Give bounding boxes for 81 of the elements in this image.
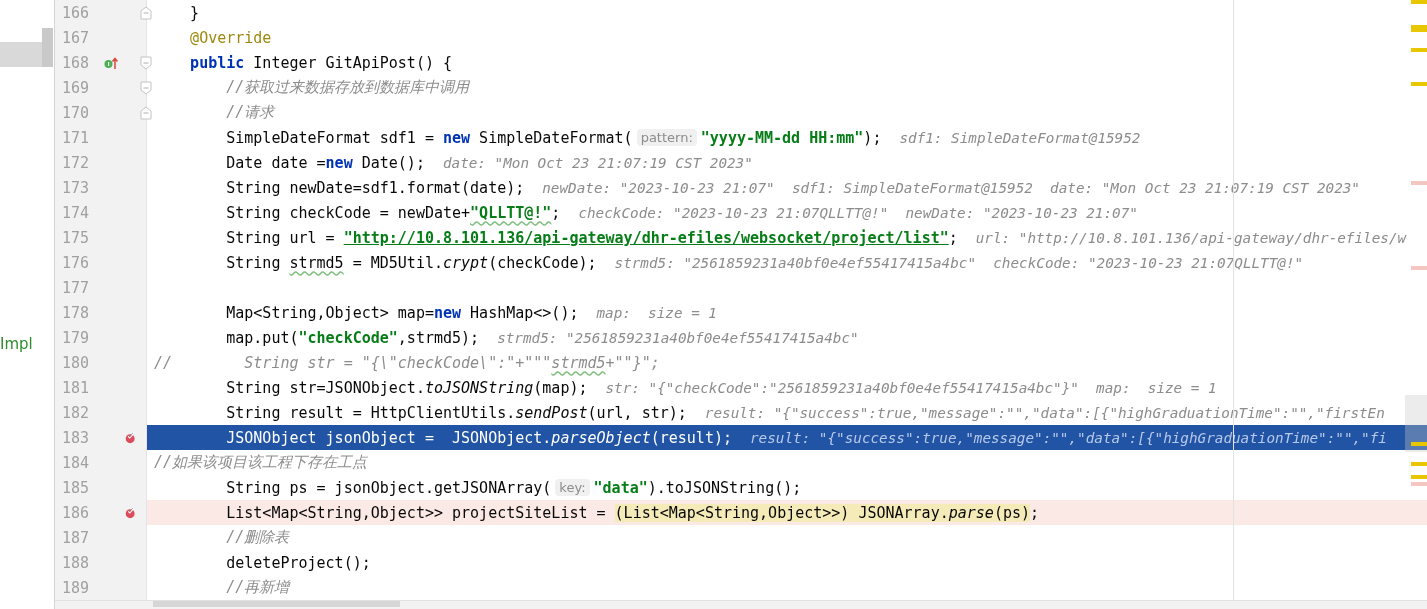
parameter-hint: key: — [555, 479, 590, 496]
code-text: //再新增 — [225, 578, 290, 597]
debug-value: str: "{"checkCode":"2561859231a40bf0e4ef55417415a4bc"}" map: size = 1 — [605, 379, 1217, 396]
line-number: 175 — [61, 228, 91, 247]
line-number: 167 — [61, 28, 91, 47]
line-number: 187 — [61, 528, 91, 547]
fold-icon[interactable] — [140, 5, 152, 20]
line-number: 180 — [61, 353, 91, 372]
scrollbar-thumb[interactable] — [153, 601, 400, 607]
code-text: String checkCode = newDate+"QLLTT@!"; — [225, 203, 561, 222]
line-number: 189 — [61, 578, 91, 597]
line-number: 186 — [61, 503, 91, 522]
scrollbar-thumb[interactable] — [1405, 395, 1427, 452]
debug-value: sdf1: SimpleDateFormat@15952 — [899, 129, 1141, 146]
code-text: String url = "http://10.8.101.136/api-gateway/dhr-efiles/websocket/project/list"; — [225, 228, 958, 247]
debug-value: checkCode: "2023-10-23 21:07QLLTT@!" newDate: "2023-10-23 21:07" — [578, 204, 1138, 221]
error-stripe-mark[interactable] — [1411, 0, 1427, 4]
fold-icon[interactable] — [140, 55, 152, 70]
code-text: @Override — [189, 28, 272, 47]
fold-icon[interactable] — [140, 80, 152, 95]
fold-icon[interactable] — [140, 105, 152, 120]
code-text: String strmd5 = MD5Util.crypt(checkCode); — [225, 253, 597, 272]
error-stripe-mark[interactable] — [1411, 482, 1427, 486]
code-text: String result = HttpClientUtils.sendPost(url, str); — [225, 403, 687, 422]
code-text: map.put("checkCode",strmd5); — [225, 328, 480, 347]
code-text: JSONObject jsonObject = JSONObject.parseObject(result); — [225, 428, 732, 447]
selection-highlight — [0, 42, 42, 67]
code-text: String ps = jsonObject.getJSONArray( — [225, 478, 552, 497]
circle-arrow-icon[interactable] — [104, 55, 118, 70]
error-stripe-mark[interactable] — [1411, 181, 1427, 185]
code-text: String str=JSONObject.toJSONString(map); — [225, 378, 588, 397]
error-stripe-mark[interactable] — [1411, 48, 1427, 52]
code-text: //如果该项目该工程下存在工点 — [154, 453, 368, 472]
code-text: } — [189, 3, 200, 22]
code-text: deleteProject(); — [225, 553, 371, 572]
line-number: 172 — [61, 153, 91, 172]
line-number: 169 — [61, 78, 91, 97]
code-text: Date date =new Date(); — [225, 153, 425, 172]
line-number: 185 — [61, 478, 91, 497]
line-number: 166 — [61, 3, 91, 22]
line-number: 183 — [61, 428, 91, 447]
line-number: 181 — [61, 378, 91, 397]
error-stripe-mark[interactable] — [1411, 462, 1427, 466]
line-number: 170 — [61, 103, 91, 122]
class-label: Impl — [0, 335, 34, 353]
line-number: 177 — [61, 278, 91, 297]
debug-value: map: size = 1 — [596, 304, 717, 321]
debug-value: date: "Mon Oct 23 21:07:19 CST 2023" — [442, 154, 753, 171]
line-number: 173 — [61, 178, 91, 197]
error-stripe-mark[interactable] — [1411, 82, 1427, 86]
line-number: 179 — [61, 328, 91, 347]
line-number: 182 — [61, 403, 91, 422]
code-text: //获取过来数据存放到数据库中调用 — [225, 78, 470, 97]
line-number: 176 — [61, 253, 91, 272]
line-number: 178 — [61, 303, 91, 322]
code-text: SimpleDateFormat sdf1 = new SimpleDateFormat( — [225, 128, 633, 147]
code-text: // String str = "{\"checkCode\":"+"""strmd5+""}"; — [154, 353, 660, 372]
debug-value: url: "http://10.8.101.136/api-gateway/dhr-efiles/w — [975, 229, 1407, 246]
error-stripe-mark[interactable] — [1411, 28, 1427, 32]
line-number: 184 — [61, 453, 91, 472]
error-stripe-mark[interactable] — [1411, 442, 1427, 446]
line-number: 174 — [61, 203, 91, 222]
code-text: String newDate=sdf1.format(date); — [225, 178, 525, 197]
code-text: public Integer GitApiPost() { — [189, 53, 453, 72]
line-number: 171 — [61, 128, 91, 147]
error-stripe-mark[interactable] — [1411, 266, 1427, 270]
debug-value: result: "{"success":true,"message":"","data":[{"highGraduationTime":"","firstEn — [704, 404, 1385, 421]
debug-value: strmd5: "2561859231a40bf0e4ef55417415a4bc" — [497, 329, 859, 346]
line-number: 188 — [61, 553, 91, 572]
code-text: Map<String,Object> map=new HashMap<>(); — [225, 303, 579, 322]
error-stripe-mark[interactable] — [1411, 475, 1427, 479]
debug-value: newDate: "2023-10-23 21:07" sdf1: SimpleDateFormat@15952 date: "Mon Oct 23 21:07:19 CST 2023" — [542, 179, 1360, 196]
scrollbar-thumb[interactable] — [42, 28, 53, 67]
debug-value: strmd5: "2561859231a40bf0e4ef55417415a4bc" checkCode: "2023-10-23 21:07QLLTT@!" — [614, 254, 1304, 271]
code-text: //删除表 — [225, 528, 290, 547]
code-text: "data").toJSONString(); — [593, 478, 802, 497]
code-text: "yyyy-MM-dd HH:mm"); — [700, 128, 882, 147]
line-number: 168 — [61, 53, 91, 72]
code-text: List<Map<String,Object>> projectSiteList = (List<Map<String,Object>>) JSONArray.parse(ps); — [225, 503, 1040, 522]
parameter-hint: pattern: — [636, 129, 697, 146]
code-text: //请求 — [225, 103, 275, 122]
